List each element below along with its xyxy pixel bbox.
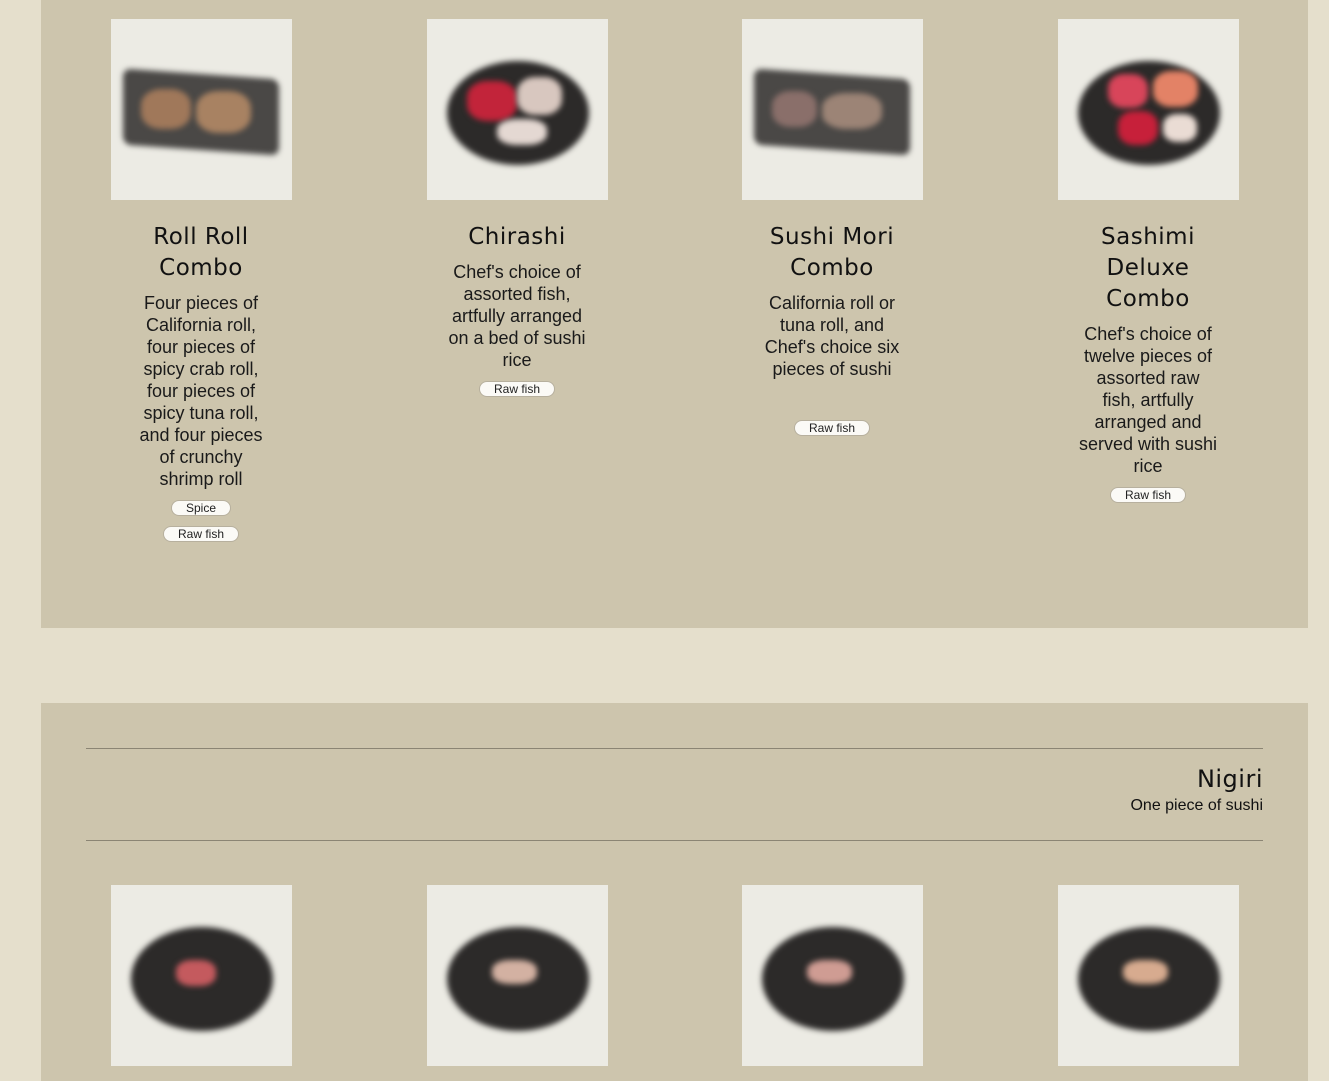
menu-item-card[interactable]: Sushi Mori Combo California roll or tuna… <box>722 19 942 445</box>
tag-list: Raw fish <box>722 419 942 445</box>
sashimi-bowl-photo[interactable] <box>1057 19 1239 200</box>
tag-list: Spice Raw fish <box>91 499 311 551</box>
combos-panel: Roll Roll Combo Four pieces of Californi… <box>41 0 1308 628</box>
menu-item-card[interactable]: Chirashi Chef's choice of assorted fish,… <box>407 19 627 406</box>
tag-badge: Spice <box>170 500 232 516</box>
dish-title: Sushi Mori Combo <box>769 224 895 281</box>
tag-badge: Raw fish <box>793 420 870 436</box>
nigiri-photo-1[interactable] <box>110 885 292 1066</box>
section-title: Nigiri <box>1196 765 1263 793</box>
menu-item-card[interactable] <box>91 885 311 1066</box>
dish-description: Chef's choice of twelve pieces of assort… <box>1078 324 1218 476</box>
dish-description: Four pieces of California roll, four pie… <box>139 293 263 489</box>
menu-item-card[interactable] <box>1038 885 1258 1066</box>
section-header: Nigiri One piece of sushi <box>86 748 1263 841</box>
nigiri-photo-2[interactable] <box>426 885 608 1066</box>
dish-title: Chirashi <box>468 224 566 250</box>
tag-badge: Raw fish <box>478 381 555 397</box>
dish-title: Sashimi Deluxe Combo <box>1101 224 1195 312</box>
menu-item-card[interactable] <box>722 885 942 1066</box>
dish-description: Chef's choice of assorted fish, artfully… <box>448 262 586 370</box>
tag-badge: Raw fish <box>162 526 239 542</box>
section-subtitle: One piece of sushi <box>1130 797 1263 814</box>
nigiri-panel: Nigiri One piece of sushi <box>41 703 1308 1081</box>
dish-description: California roll or tuna roll, and Chef's… <box>764 293 900 379</box>
roll-tray-photo[interactable] <box>110 19 292 200</box>
sushi-tray-photo[interactable] <box>741 19 923 200</box>
nigiri-photo-4[interactable] <box>1057 885 1239 1066</box>
dish-title: Roll Roll Combo <box>153 224 249 281</box>
chirashi-bowl-photo[interactable] <box>426 19 608 200</box>
tag-list: Raw fish <box>407 380 627 406</box>
tag-badge: Raw fish <box>1109 487 1186 503</box>
tag-list: Raw fish <box>1038 486 1258 512</box>
menu-item-card[interactable]: Sashimi Deluxe Combo Chef's choice of tw… <box>1038 19 1258 512</box>
nigiri-photo-3[interactable] <box>741 885 923 1066</box>
menu-item-card[interactable] <box>407 885 627 1066</box>
menu-item-card[interactable]: Roll Roll Combo Four pieces of Californi… <box>91 19 311 551</box>
